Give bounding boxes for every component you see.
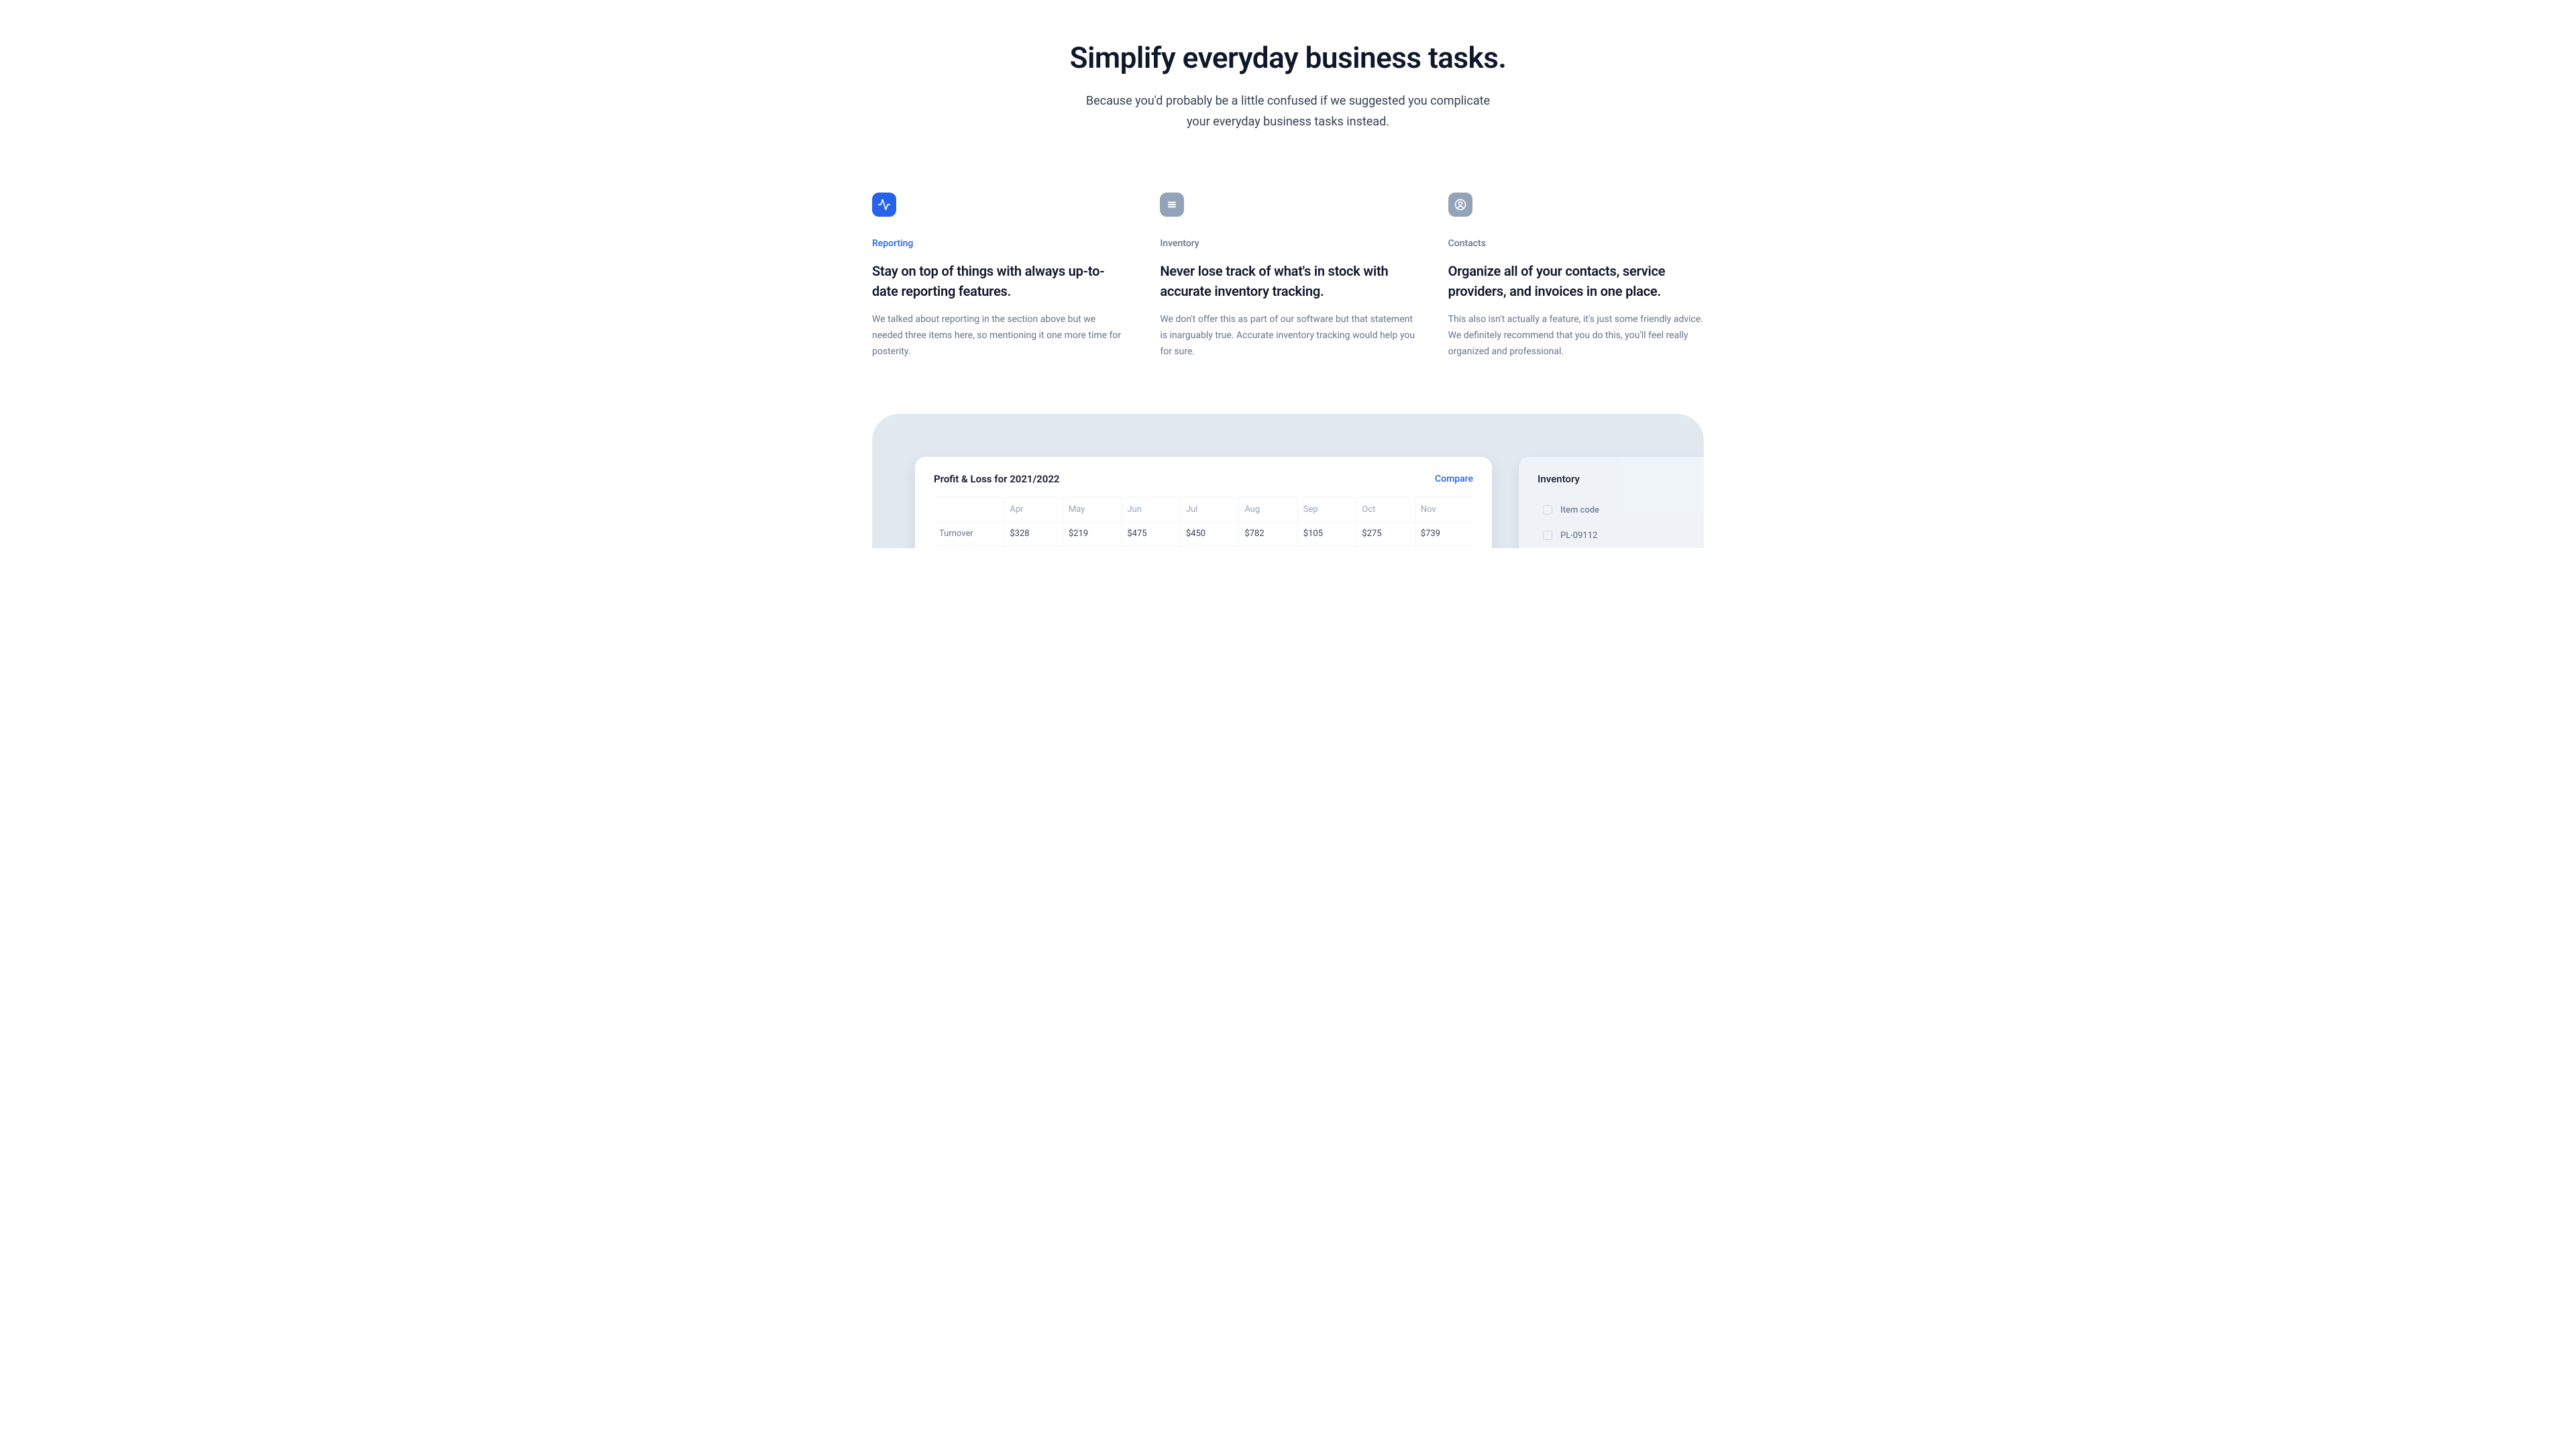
table-cell: Digital Stap: [1701, 523, 1704, 547]
feature-title: Organize all of your contacts, service p…: [1448, 261, 1704, 301]
inventory-card: Inventory Item code Item name PL-09112 D…: [1519, 457, 1704, 548]
checkbox[interactable]: [1543, 505, 1552, 515]
table-cell: $739: [1415, 521, 1473, 545]
table-cell: $450: [1180, 521, 1238, 545]
table-cell: $1,892: [1122, 545, 1180, 548]
feature-label: Contacts: [1448, 238, 1704, 249]
checkbox[interactable]: [1543, 531, 1552, 540]
user-circle-icon: [1448, 193, 1472, 217]
feature-title: Never lose track of what's in stock with…: [1160, 261, 1415, 301]
table-header: Jul: [1180, 497, 1238, 521]
table-cell: $105: [1297, 521, 1356, 545]
table-header: Item code: [1560, 505, 1599, 515]
card-title: Inventory: [1538, 473, 1580, 485]
section-subtitle: Because you'd probably be a little confu…: [1073, 91, 1503, 132]
table-cell: $6,513: [1004, 545, 1063, 548]
table-cell: $2,109: [1297, 545, 1356, 548]
table-cell: PL-09112: [1560, 531, 1597, 541]
table-cell: $275: [1356, 521, 1415, 545]
inventory-table: Item code Item name PL-09112 Digital Sta…: [1538, 497, 1704, 547]
table-cell: $2,900: [1415, 545, 1473, 548]
table-cell: $782: [1239, 521, 1297, 545]
feature-label: Reporting: [872, 238, 1128, 249]
feature-description: This also isn't actually a feature, it's…: [1448, 312, 1704, 360]
table-header: Nov: [1415, 497, 1473, 521]
feature-description: We talked about reporting in the section…: [872, 312, 1128, 360]
feature-title: Stay on top of things with always up-to-…: [872, 261, 1128, 301]
table-cell: $219: [1063, 521, 1121, 545]
table-header: Jun: [1122, 497, 1180, 521]
table-cell: $1,033: [1063, 545, 1121, 548]
preview-panel: Profit & Loss for 2021/2022 Compare Apr …: [872, 414, 1704, 548]
feature-tab-reporting[interactable]: Reporting Stay on top of things with alw…: [872, 193, 1128, 360]
feature-tab-contacts[interactable]: Contacts Organize all of your contacts, …: [1448, 193, 1704, 360]
table-header: Item name: [1701, 497, 1704, 524]
row-label: Sales: [934, 545, 1004, 548]
table-cell: $328: [1004, 521, 1063, 545]
compare-button[interactable]: Compare: [1435, 474, 1473, 484]
table-header: Aug: [1239, 497, 1297, 521]
activity-icon: [872, 193, 896, 217]
table-row: Turnover $328 $219 $475 $450 $782 $105 $…: [934, 521, 1473, 545]
table-cell: $8,006: [1356, 545, 1415, 548]
list-icon: [1160, 193, 1184, 217]
table-cell: $475: [1122, 521, 1180, 545]
table-header: Apr: [1004, 497, 1063, 521]
feature-tabs: Reporting Stay on top of things with alw…: [872, 193, 1704, 360]
profit-loss-card: Profit & Loss for 2021/2022 Compare Apr …: [915, 457, 1492, 548]
feature-label: Inventory: [1160, 238, 1415, 249]
table-header: May: [1063, 497, 1121, 521]
section-heading: Simplify everyday business tasks.: [872, 40, 1704, 75]
table-cell: $6,410: [1180, 545, 1238, 548]
feature-tab-inventory[interactable]: Inventory Never lose track of what's in …: [1160, 193, 1415, 360]
table-header: Sep: [1297, 497, 1356, 521]
profit-loss-table: Apr May Jun Jul Aug Sep Oct Nov Turnover: [934, 497, 1473, 548]
row-label: Turnover: [934, 521, 1004, 545]
table-row: PL-09112 Digital Stap: [1538, 523, 1704, 547]
table-cell: $8,017: [1239, 545, 1297, 548]
table-header: Oct: [1356, 497, 1415, 521]
table-row: Sales $6,513 $1,033 $1,892 $6,410 $8,017…: [934, 545, 1473, 548]
feature-description: We don't offer this as part of our softw…: [1160, 312, 1415, 360]
card-title: Profit & Loss for 2021/2022: [934, 473, 1059, 485]
